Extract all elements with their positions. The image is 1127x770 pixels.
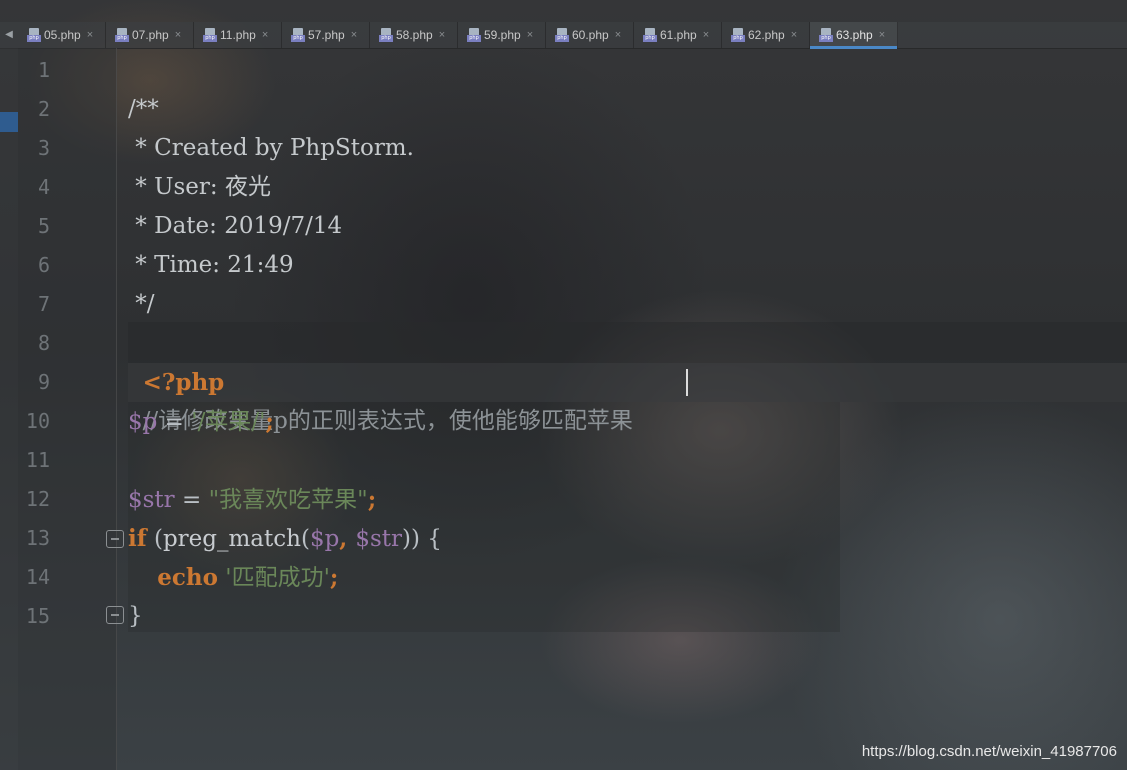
variable: $p	[309, 526, 340, 552]
code-line-8[interactable]: <?php	[128, 324, 225, 396]
operator: =	[174, 487, 209, 513]
closing-brace: }	[128, 603, 143, 629]
function-name: preg_match	[162, 526, 301, 552]
php-file-icon: php	[643, 28, 657, 42]
php-file-icon: php	[731, 28, 745, 42]
punctuation: (	[300, 526, 310, 552]
line-number: 5	[37, 214, 50, 238]
punctuation: (	[146, 526, 163, 552]
line-number: 3	[37, 136, 50, 160]
line-number: 13	[25, 526, 50, 550]
tab-59-php[interactable]: php 59.php ×	[458, 22, 546, 48]
keyword: if	[128, 525, 147, 552]
semicolon: ;	[367, 486, 377, 513]
code-line-6[interactable]: * Time: 21:49	[128, 246, 293, 285]
tab-57-php[interactable]: php 57.php ×	[282, 22, 370, 48]
code-line-9[interactable]: //请修改变量p的正则表达式，使他能够匹配苹果	[128, 363, 633, 434]
tab-62-php[interactable]: php 62.php ×	[722, 22, 810, 48]
close-icon[interactable]: ×	[87, 29, 93, 41]
line-number: 15	[25, 604, 50, 628]
tab-label: 63.php	[836, 28, 873, 42]
tab-61-php[interactable]: php 61.php ×	[634, 22, 722, 48]
variable: $str	[128, 487, 175, 513]
line-number: 11	[25, 448, 50, 472]
keyword: echo	[157, 564, 218, 591]
php-file-icon: php	[27, 28, 41, 42]
punctuation: )) {	[402, 526, 442, 552]
string-literal: '/苹果/'	[191, 409, 266, 435]
line-number: 12	[25, 487, 50, 511]
line-number: 2	[37, 97, 50, 121]
line-number: 8	[37, 331, 50, 355]
tab-label: 07.php	[132, 28, 169, 42]
close-icon[interactable]: ×	[615, 29, 621, 41]
string-literal: '匹配成功'	[225, 565, 330, 591]
php-file-icon: php	[819, 28, 833, 42]
php-file-icon: php	[203, 28, 217, 42]
tab-label: 11.php	[220, 28, 256, 42]
code-line-12[interactable]: $str = "我喜欢吃苹果";	[128, 480, 376, 519]
line-number: 4	[37, 175, 50, 199]
fold-collapse-icon[interactable]	[106, 606, 124, 624]
line-number: 10	[25, 409, 50, 433]
editor-tab-bar: ◀ php 05.php × php 07.php × php 11.php ×…	[0, 22, 1127, 49]
code-line-5[interactable]: * Date: 2019/7/14	[128, 207, 342, 246]
code-line-4[interactable]: * User: 夜光	[128, 168, 271, 207]
line-number: 1	[37, 58, 50, 82]
code-line-10[interactable]: $p = '/苹果/';	[128, 402, 274, 441]
tab-58-php[interactable]: php 58.php ×	[370, 22, 458, 48]
tab-scroll-icon[interactable]: ◀	[0, 22, 18, 48]
watermark-url: https://blog.csdn.net/weixin_41987706	[861, 743, 1117, 760]
code-line-13[interactable]: if (preg_match($p, $str)) {	[128, 519, 442, 558]
tab-05-php[interactable]: php 05.php ×	[18, 22, 106, 48]
php-file-icon: php	[115, 28, 129, 42]
close-icon[interactable]: ×	[703, 29, 709, 41]
php-file-icon: php	[555, 28, 569, 42]
punctuation: ,	[339, 525, 356, 552]
code-line-3[interactable]: * Created by PhpStorm.	[128, 129, 414, 168]
tab-label: 58.php	[396, 28, 433, 42]
variable: $p	[128, 409, 158, 435]
project-panel-edge[interactable]	[0, 48, 18, 770]
string-literal: "我喜欢吃苹果"	[208, 487, 368, 513]
close-icon[interactable]: ×	[262, 29, 268, 41]
tab-11-php[interactable]: php 11.php ×	[194, 22, 282, 48]
tab-60-php[interactable]: php 60.php ×	[546, 22, 634, 48]
close-icon[interactable]: ×	[351, 29, 357, 41]
text-caret	[686, 369, 688, 396]
tab-label: 59.php	[484, 28, 521, 42]
tab-label: 57.php	[308, 28, 345, 42]
tab-label: 05.php	[44, 28, 81, 42]
code-line-14[interactable]: echo '匹配成功';	[128, 558, 338, 597]
close-icon[interactable]: ×	[527, 29, 533, 41]
fold-collapse-icon[interactable]	[106, 530, 124, 548]
selected-item-marker	[0, 112, 18, 132]
code-line-15[interactable]: }	[128, 597, 143, 636]
line-number: 6	[37, 253, 50, 277]
code-line-2[interactable]: /**	[128, 90, 159, 129]
php-file-icon: php	[291, 28, 305, 42]
variable: $str	[355, 526, 402, 552]
tab-63-php[interactable]: php 63.php ×	[810, 22, 898, 49]
line-number: 14	[25, 565, 50, 589]
operator: =	[157, 409, 192, 435]
close-icon[interactable]: ×	[879, 29, 885, 41]
tab-07-php[interactable]: php 07.php ×	[106, 22, 194, 48]
line-number: 9	[37, 370, 50, 394]
tab-label: 60.php	[572, 28, 609, 42]
close-icon[interactable]: ×	[791, 29, 797, 41]
line-number: 7	[37, 292, 50, 316]
close-icon[interactable]: ×	[439, 29, 445, 41]
close-icon[interactable]: ×	[175, 29, 181, 41]
tab-label: 61.php	[660, 28, 697, 42]
tab-label: 62.php	[748, 28, 785, 42]
code-line-7[interactable]: */	[128, 285, 154, 324]
semicolon: ;	[329, 564, 339, 591]
semicolon: ;	[265, 408, 274, 435]
php-file-icon: php	[467, 28, 481, 42]
php-file-icon: php	[379, 28, 393, 42]
